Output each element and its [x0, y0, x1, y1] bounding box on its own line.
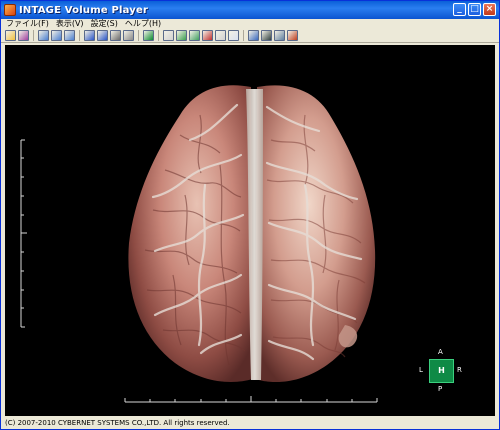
cube-green-icon[interactable] — [176, 30, 187, 41]
vertical-scale-ruler — [20, 139, 27, 328]
save-icon[interactable] — [18, 30, 29, 41]
axes-icon[interactable] — [202, 30, 213, 41]
orientation-label-top: A — [438, 348, 443, 356]
orientation-label-right: R — [457, 366, 462, 374]
toolbar-separator — [158, 30, 159, 41]
orientation-cube[interactable]: H — [429, 359, 454, 383]
menu-view[interactable]: 表示(V) — [54, 19, 89, 29]
window-controls: _ □ × — [453, 3, 496, 16]
cube-wire-icon[interactable] — [189, 30, 200, 41]
minimize-button[interactable]: _ — [453, 3, 466, 16]
maximize-button[interactable]: □ — [468, 3, 481, 16]
menu-settings[interactable]: 設定(S) — [89, 19, 123, 29]
close-button[interactable]: × — [483, 3, 496, 16]
cube-blue2-icon[interactable] — [97, 30, 108, 41]
window-title: INTAGE Volume Player — [19, 4, 149, 16]
monitor-icon[interactable] — [274, 30, 285, 41]
cube-gray-icon[interactable] — [110, 30, 121, 41]
mip-icon[interactable] — [163, 30, 174, 41]
rotate-cube-icon[interactable] — [248, 30, 259, 41]
toolbar-separator — [33, 30, 34, 41]
orientation-marker[interactable]: A L R P H — [417, 348, 467, 398]
app-window: INTAGE Volume Player _ □ × ファイル(F) 表示(V)… — [0, 0, 500, 430]
cube-blue-icon[interactable] — [84, 30, 95, 41]
toolbar-separator — [243, 30, 244, 41]
menu-help[interactable]: ヘルプ(H) — [123, 19, 166, 29]
menu-file[interactable]: ファイル(F) — [4, 19, 54, 29]
layout-four-icon[interactable] — [64, 30, 75, 41]
window-icon[interactable] — [228, 30, 239, 41]
toolbar-separator — [138, 30, 139, 41]
status-bar: (C) 2007-2010 CYBERNET SYSTEMS CO.,LTD. … — [5, 419, 230, 427]
layout-single-icon[interactable] — [38, 30, 49, 41]
horizontal-scale-ruler — [124, 396, 378, 403]
slice-icon[interactable] — [215, 30, 226, 41]
green-square-icon[interactable] — [143, 30, 154, 41]
open-folder-icon[interactable] — [5, 30, 16, 41]
app-icon — [4, 4, 16, 16]
cube-gray2-icon[interactable] — [123, 30, 134, 41]
orientation-label-bottom: P — [438, 385, 443, 393]
volume-render-viewport[interactable]: A L R P H — [5, 45, 495, 416]
title-bar[interactable]: INTAGE Volume Player _ □ × — [1, 1, 499, 19]
toolbar — [1, 29, 499, 43]
annotation-icon[interactable] — [261, 30, 272, 41]
orientation-label-left: L — [419, 366, 423, 374]
toolbar-separator — [79, 30, 80, 41]
menu-bar: ファイル(F) 表示(V) 設定(S) ヘルプ(H) — [1, 19, 499, 29]
layout-two-icon[interactable] — [51, 30, 62, 41]
color-palette-icon[interactable] — [287, 30, 298, 41]
